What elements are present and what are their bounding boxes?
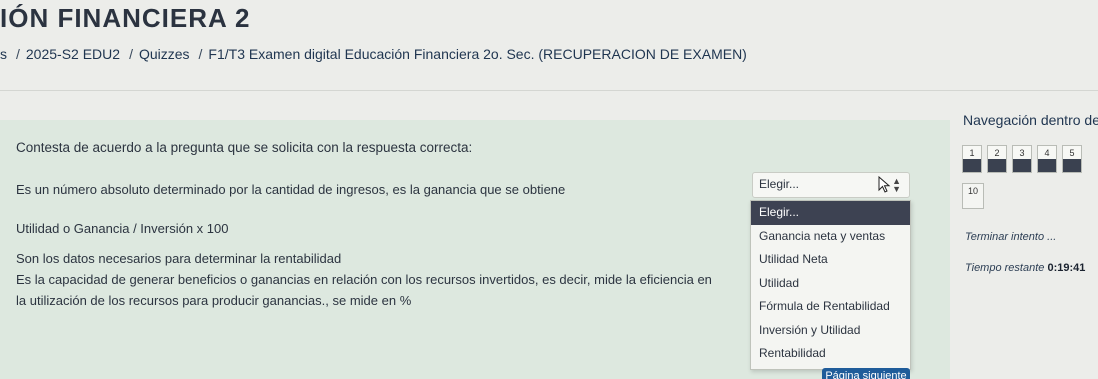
nav-answered-fill bbox=[1013, 159, 1031, 172]
breadcrumb-separator: / bbox=[16, 46, 20, 62]
match-item-text-continued: la utilización de los recursos para prod… bbox=[16, 293, 412, 308]
nav-question-4[interactable]: 4 bbox=[1037, 145, 1057, 173]
header-divider bbox=[0, 90, 1098, 91]
match-item-text: Utilidad o Ganancia / Inversión x 100 bbox=[16, 221, 229, 236]
finish-attempt-link[interactable]: Terminar intento ... bbox=[965, 231, 1056, 243]
dropdown-option[interactable]: Ganancia neta y ventas bbox=[751, 225, 910, 249]
match-item-text: Son los datos necesarios para determinar… bbox=[16, 251, 342, 266]
dropdown-option[interactable]: Utilidad bbox=[751, 272, 910, 296]
next-page-button[interactable]: Página siguiente bbox=[822, 368, 910, 379]
dropdown-option[interactable]: Rentabilidad bbox=[751, 342, 910, 366]
nav-question-number: 3 bbox=[1019, 148, 1025, 158]
answer-select-value: Elegir... bbox=[759, 177, 800, 191]
match-item-text: Es un número absoluto determinado por la… bbox=[16, 182, 566, 197]
time-remaining: Tiempo restante 0:19:41 bbox=[965, 262, 1085, 274]
breadcrumb-item[interactable]: F1/T3 Examen digital Educación Financier… bbox=[208, 46, 746, 62]
dropdown-option[interactable]: Elegir... bbox=[751, 201, 910, 225]
nav-answered-fill bbox=[1063, 159, 1081, 172]
breadcrumb: s / 2025-S2 EDU2 / Quizzes / F1/T3 Examen digi… bbox=[0, 46, 750, 62]
nav-question-number: 1 bbox=[969, 148, 975, 158]
nav-question-2[interactable]: 2 bbox=[987, 145, 1007, 173]
answer-dropdown-list: Elegir... Ganancia neta y ventas Utilida… bbox=[750, 200, 911, 370]
nav-question-10[interactable]: 10 bbox=[962, 183, 984, 209]
nav-answered-fill bbox=[988, 159, 1006, 172]
breadcrumb-separator: / bbox=[198, 46, 203, 62]
question-instruction: Contesta de acuerdo a la pregunta que se… bbox=[16, 140, 473, 155]
nav-question-number: 5 bbox=[1069, 148, 1075, 158]
nav-question-1[interactable]: 1 bbox=[962, 145, 982, 173]
nav-question-number: 10 bbox=[967, 186, 978, 196]
breadcrumb-item[interactable]: s bbox=[0, 46, 7, 62]
nav-answered-fill bbox=[963, 159, 981, 172]
dropdown-option[interactable]: Inversión y Utilidad bbox=[751, 319, 910, 343]
dropdown-option[interactable]: Fórmula de Rentabilidad bbox=[751, 295, 910, 319]
nav-question-5[interactable]: 5 bbox=[1062, 145, 1082, 173]
breadcrumb-separator: / bbox=[129, 46, 133, 62]
timer-label: Tiempo restante bbox=[965, 262, 1045, 274]
dropdown-option[interactable]: Utilidad Neta bbox=[751, 248, 910, 272]
nav-question-number: 2 bbox=[994, 148, 1000, 158]
nav-question-number: 4 bbox=[1044, 148, 1050, 158]
breadcrumb-item[interactable]: Quizzes bbox=[139, 46, 190, 62]
page-title: IÓN FINANCIERA 2 bbox=[0, 3, 251, 33]
breadcrumb-item[interactable]: 2025-S2 EDU2 bbox=[26, 46, 120, 62]
match-item-text: Es la capacidad de generar beneficios o … bbox=[16, 272, 712, 287]
quiz-navigation-title: Navegación dentro del bbox=[963, 112, 1098, 128]
mouse-cursor-icon bbox=[878, 176, 891, 193]
timer-value: 0:19:41 bbox=[1047, 262, 1086, 274]
select-arrows-icon: ▲ ▼ bbox=[892, 176, 901, 194]
nav-answered-fill bbox=[1038, 159, 1056, 172]
nav-question-3[interactable]: 3 bbox=[1012, 145, 1032, 173]
